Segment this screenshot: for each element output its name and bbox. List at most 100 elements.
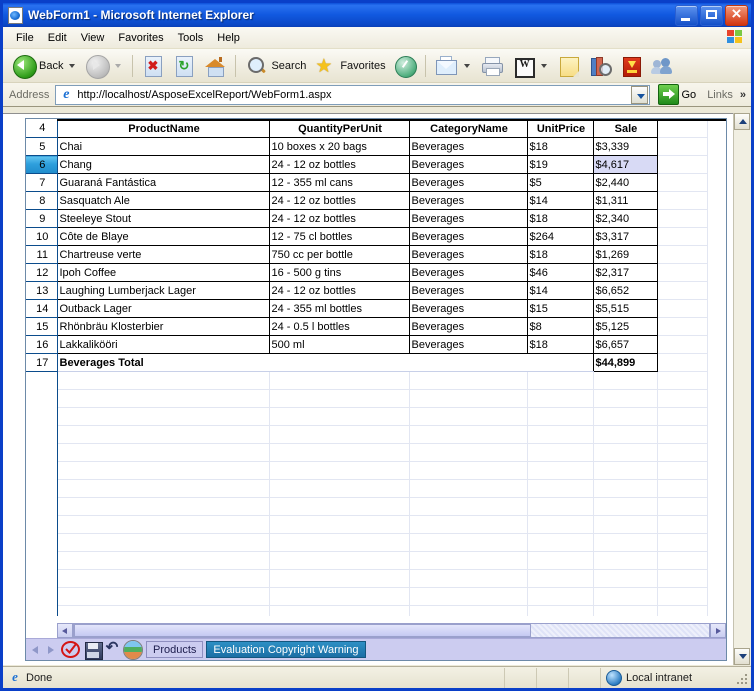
row-header-13[interactable]: 13 bbox=[26, 281, 58, 300]
cell-categoryname[interactable]: Beverages bbox=[408, 209, 528, 228]
spacer-cell[interactable] bbox=[657, 263, 708, 282]
stop-button[interactable]: ✖ bbox=[138, 52, 168, 80]
spacer-cell[interactable] bbox=[409, 605, 528, 616]
notes-button[interactable] bbox=[554, 52, 584, 80]
spacer-cell[interactable] bbox=[527, 389, 594, 408]
minimize-button[interactable] bbox=[675, 4, 698, 26]
total-cell-unitprice[interactable] bbox=[527, 353, 593, 372]
spacer-cell[interactable] bbox=[57, 407, 270, 426]
cell-sale[interactable]: $6,652 bbox=[592, 281, 658, 300]
spacer-cell[interactable] bbox=[527, 587, 594, 606]
empty-row[interactable] bbox=[26, 443, 708, 462]
resize-grip[interactable] bbox=[737, 674, 749, 686]
row-header-empty[interactable] bbox=[26, 515, 58, 534]
row-header-empty[interactable] bbox=[26, 497, 58, 516]
spacer-cell[interactable] bbox=[593, 533, 658, 552]
table-row[interactable]: 8 Sasquatch Ale 24 - 12 oz bottles Beverage… bbox=[26, 191, 708, 210]
cell-productname[interactable]: Chang bbox=[56, 155, 270, 174]
empty-row[interactable] bbox=[26, 569, 708, 588]
row-header-empty[interactable] bbox=[26, 551, 58, 570]
spacer-cell[interactable] bbox=[657, 569, 708, 588]
spacer-cell[interactable] bbox=[57, 497, 270, 516]
spacer-cell[interactable] bbox=[269, 461, 410, 480]
cell-productname[interactable]: Chai bbox=[56, 137, 270, 156]
row-header-empty[interactable] bbox=[26, 569, 58, 588]
spacer-cell[interactable] bbox=[657, 191, 708, 210]
spacer-cell[interactable] bbox=[657, 407, 708, 426]
cell-quantityperunit[interactable]: 24 - 0.5 l bottles bbox=[268, 317, 410, 336]
spacer-cell[interactable] bbox=[409, 479, 528, 498]
cell-productname[interactable]: Lakkalikööri bbox=[56, 335, 270, 354]
cell-sale[interactable]: $5,515 bbox=[592, 299, 658, 318]
cell-quantityperunit[interactable]: 16 - 500 g tins bbox=[268, 263, 410, 282]
row-header-empty[interactable] bbox=[26, 587, 58, 606]
row-header-7[interactable]: 7 bbox=[26, 173, 58, 192]
empty-row[interactable] bbox=[26, 389, 708, 408]
cell-quantityperunit[interactable]: 24 - 12 oz bottles bbox=[268, 209, 410, 228]
spacer-cell[interactable] bbox=[657, 425, 708, 444]
menu-item-view[interactable]: View bbox=[74, 30, 112, 46]
spacer-cell[interactable] bbox=[657, 317, 708, 336]
spacer-cell[interactable] bbox=[593, 605, 658, 616]
column-header-sale[interactable]: Sale bbox=[592, 119, 658, 138]
table-row[interactable]: 12 Ipoh Coffee 16 - 500 g tins Beverages $46… bbox=[26, 263, 708, 282]
spacer-cell[interactable] bbox=[409, 551, 528, 570]
edit-chevron-down-icon[interactable] bbox=[540, 63, 547, 68]
cell-unitprice[interactable]: $19 bbox=[526, 155, 594, 174]
spacer-cell[interactable] bbox=[57, 515, 270, 534]
spacer-cell[interactable] bbox=[527, 533, 594, 552]
menu-item-file[interactable]: File bbox=[9, 30, 41, 46]
go-button[interactable]: Go bbox=[654, 84, 701, 105]
spacer-cell[interactable] bbox=[269, 425, 410, 444]
cell-unitprice[interactable]: $8 bbox=[526, 317, 594, 336]
undo-icon[interactable] bbox=[104, 638, 120, 658]
spacer-cell[interactable] bbox=[269, 551, 410, 570]
hscroll-track[interactable] bbox=[73, 622, 710, 638]
cell-quantityperunit[interactable]: 12 - 355 ml cans bbox=[268, 173, 410, 192]
column-header-productname[interactable]: ProductName bbox=[56, 119, 270, 138]
cell-categoryname[interactable]: Beverages bbox=[408, 299, 528, 318]
cell-categoryname[interactable]: Beverages bbox=[408, 191, 528, 210]
spacer-cell[interactable] bbox=[657, 299, 708, 318]
cell-unitprice[interactable]: $46 bbox=[526, 263, 594, 282]
spacer-cell[interactable] bbox=[657, 155, 708, 174]
spacer-cell[interactable] bbox=[527, 569, 594, 588]
table-row[interactable]: 11 Chartreuse verte 750 cc per bottle Bever… bbox=[26, 245, 708, 264]
print-button[interactable] bbox=[477, 52, 507, 80]
spacer-cell[interactable] bbox=[409, 443, 528, 462]
row-header-16[interactable]: 16 bbox=[26, 335, 58, 354]
horizontal-scrollbar[interactable] bbox=[57, 622, 726, 638]
spacer-cell[interactable] bbox=[269, 569, 410, 588]
spacer-cell[interactable] bbox=[593, 569, 658, 588]
empty-row[interactable] bbox=[26, 551, 708, 570]
row-header-5[interactable]: 5 bbox=[26, 137, 58, 156]
refresh-button[interactable]: ↻ bbox=[169, 52, 199, 80]
spacer-cell[interactable] bbox=[527, 371, 594, 390]
cell-sale[interactable]: $1,269 bbox=[592, 245, 658, 264]
empty-row[interactable] bbox=[26, 497, 708, 516]
home-button[interactable] bbox=[200, 52, 230, 80]
row-header-empty[interactable] bbox=[26, 407, 58, 426]
table-row[interactable]: 9 Steeleye Stout 24 - 12 oz bottles Beverag… bbox=[26, 209, 708, 228]
spacer-cell[interactable] bbox=[593, 551, 658, 570]
row-header-empty[interactable] bbox=[26, 371, 58, 390]
spacer-cell[interactable] bbox=[527, 443, 594, 462]
spacer-cell[interactable] bbox=[57, 425, 270, 444]
cell-categoryname[interactable]: Beverages bbox=[408, 335, 528, 354]
cell-unitprice[interactable]: $18 bbox=[526, 137, 594, 156]
row-header-empty[interactable] bbox=[26, 533, 58, 552]
cell-categoryname[interactable]: Beverages bbox=[408, 263, 528, 282]
menu-item-favorites[interactable]: Favorites bbox=[111, 30, 170, 46]
cell-unitprice[interactable]: $14 bbox=[526, 191, 594, 210]
spacer-cell[interactable] bbox=[269, 407, 410, 426]
spacer-cell[interactable] bbox=[269, 497, 410, 516]
row-header-10[interactable]: 10 bbox=[26, 227, 58, 246]
submit-checkmark-icon[interactable] bbox=[60, 640, 82, 659]
table-total-row[interactable]: 17 Beverages Total $44,899 bbox=[26, 353, 708, 372]
empty-row[interactable] bbox=[26, 425, 708, 444]
empty-row[interactable] bbox=[26, 587, 708, 606]
scroll-left-button[interactable] bbox=[57, 622, 73, 638]
spacer-cell[interactable] bbox=[657, 371, 708, 390]
spacer-cell[interactable] bbox=[527, 407, 594, 426]
spacer-cell[interactable] bbox=[657, 209, 708, 228]
